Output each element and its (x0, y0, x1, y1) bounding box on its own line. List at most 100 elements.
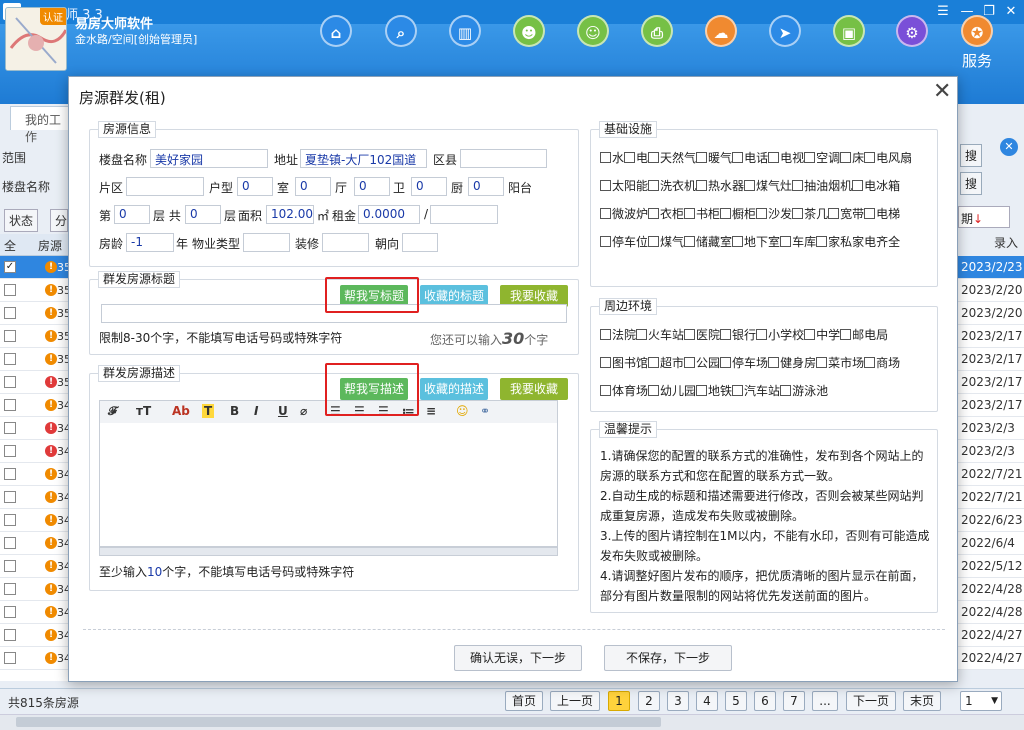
checkbox-box[interactable] (792, 180, 804, 191)
row-checkbox[interactable] (4, 606, 16, 618)
checkbox-box[interactable] (732, 385, 744, 396)
checkbox-box[interactable] (756, 329, 768, 340)
facility-checkbox[interactable]: 衣柜 (648, 207, 684, 221)
service-icon[interactable]: ✪ (961, 15, 993, 47)
confirm-next-button[interactable]: 确认无误，下一步 (454, 645, 582, 671)
row-checkbox[interactable] (4, 491, 16, 503)
checkbox-box[interactable] (804, 152, 816, 163)
next-page-button[interactable]: 下一页 (846, 691, 896, 711)
row-checkbox[interactable] (4, 422, 16, 434)
rent-field[interactable]: 0.0000 (358, 205, 420, 224)
bath-field[interactable]: 0 (354, 177, 390, 196)
district-field[interactable] (460, 149, 547, 168)
checkbox-box[interactable] (720, 357, 732, 368)
cloud-upload-icon[interactable]: ☁ (705, 15, 737, 47)
size-field[interactable]: 102.00 (266, 205, 314, 224)
facility-checkbox[interactable]: 储藏室 (684, 235, 732, 249)
home-icon[interactable]: ⌂ (320, 15, 352, 47)
row-checkbox[interactable] (4, 468, 16, 480)
checkbox-box[interactable] (648, 385, 660, 396)
checkbox-box[interactable] (864, 357, 876, 368)
checkbox-box[interactable] (684, 329, 696, 340)
page-7-button[interactable]: 7 (783, 691, 805, 711)
ptype-field[interactable] (243, 233, 290, 252)
floor-total-field[interactable]: 0 (185, 205, 221, 224)
env-checkbox[interactable]: 地铁 (696, 384, 732, 398)
checkbox-box[interactable] (720, 329, 732, 340)
italic-icon[interactable]: I (254, 404, 258, 418)
table-row[interactable]: ! 34 (0, 578, 71, 601)
page-6-button[interactable]: 6 (754, 691, 776, 711)
skip-next-button[interactable]: 不保存，下一步 (604, 645, 732, 671)
avatar[interactable]: 认证 (5, 7, 67, 71)
table-row[interactable]: ! 35 (0, 279, 71, 302)
last-page-button[interactable]: 末页 (903, 691, 941, 711)
saved-desc-button[interactable]: 收藏的描述 (420, 378, 488, 400)
row-checkbox[interactable] (4, 330, 16, 342)
more-pages-button[interactable]: ... (812, 691, 838, 711)
service-label[interactable]: 服务 (962, 50, 992, 71)
row-checkbox[interactable] (4, 583, 16, 595)
facility-checkbox[interactable]: 电风扇 (864, 151, 912, 165)
facility-checkbox[interactable]: 电冰箱 (852, 179, 900, 193)
page-2-button[interactable]: 2 (638, 691, 660, 711)
checkbox-box[interactable] (696, 385, 708, 396)
row-checkbox[interactable] (4, 514, 16, 526)
checkbox-box[interactable] (648, 208, 660, 219)
age-field[interactable]: -1 (126, 233, 174, 252)
facility-checkbox[interactable]: 微波炉 (600, 207, 648, 221)
table-row[interactable]: ! 34 (0, 394, 71, 417)
person-icon[interactable]: ☻ (513, 15, 545, 47)
env-checkbox[interactable]: 邮电局 (840, 328, 888, 342)
env-checkbox[interactable]: 游泳池 (780, 384, 828, 398)
balcony-field[interactable]: 0 (468, 177, 504, 196)
facility-checkbox[interactable]: 煤气 (648, 235, 684, 249)
bold-icon[interactable]: B (230, 404, 239, 418)
table-row[interactable]: ! 34 (0, 440, 71, 463)
page-select[interactable]: 1 ▼ (960, 691, 1002, 711)
checkbox-box[interactable] (600, 180, 611, 191)
printer-icon[interactable]: ⎙ (641, 15, 673, 47)
building-icon[interactable]: ▥ (449, 15, 481, 47)
checkbox-box[interactable] (732, 152, 744, 163)
table-row[interactable]: ! 34 (0, 417, 71, 440)
facility-checkbox[interactable]: 停车位 (600, 235, 648, 249)
dir-field[interactable] (402, 233, 438, 252)
checkbox-box[interactable] (600, 357, 611, 368)
facility-checkbox[interactable]: 煤气灶 (744, 179, 792, 193)
checkbox-box[interactable] (780, 385, 792, 396)
checkbox-box[interactable] (828, 208, 840, 219)
facility-checkbox[interactable]: 暖气 (696, 151, 732, 165)
table-row[interactable]: ! 35 (0, 325, 71, 348)
page-1-button[interactable]: 1 (608, 691, 630, 711)
tab-my-work[interactable]: 我的工作 (10, 106, 72, 144)
checkbox-box[interactable] (816, 236, 828, 247)
prev-page-button[interactable]: 上一页 (550, 691, 600, 711)
checkbox-box[interactable] (780, 236, 792, 247)
house-search-icon[interactable]: ⌕ (385, 15, 417, 47)
page-3-button[interactable]: 3 (667, 691, 689, 711)
font-family-icon[interactable]: 𝓕 (108, 404, 117, 419)
checkbox-box[interactable] (600, 329, 611, 340)
person-add-icon[interactable]: ☺ (577, 15, 609, 47)
collect-desc-button[interactable]: 我要收藏 (500, 378, 568, 400)
row-checkbox[interactable] (4, 399, 16, 411)
env-checkbox[interactable]: 医院 (684, 328, 720, 342)
facility-checkbox[interactable]: 抽油烟机 (792, 179, 852, 193)
checkbox-box[interactable] (600, 236, 611, 247)
env-checkbox[interactable]: 法院 (600, 328, 636, 342)
table-row[interactable]: ! 34 (0, 555, 71, 578)
publish-icon[interactable]: ▣ (833, 15, 865, 47)
bg-color-icon[interactable]: T (202, 404, 215, 418)
checkbox-box[interactable] (696, 180, 708, 191)
entry-col-header[interactable]: 录入 (994, 234, 1018, 251)
link-icon[interactable]: ⚭ (480, 404, 490, 418)
facility-checkbox[interactable]: 车库 (780, 235, 816, 249)
checkbox-box[interactable] (768, 357, 780, 368)
checkbox-box[interactable] (648, 357, 660, 368)
checkbox-box[interactable] (600, 152, 611, 163)
close-window-button[interactable]: ✕ (1002, 3, 1020, 21)
table-row[interactable]: ✓! 35 (0, 256, 71, 279)
row-checkbox[interactable] (4, 560, 16, 572)
first-page-button[interactable]: 首页 (505, 691, 543, 711)
